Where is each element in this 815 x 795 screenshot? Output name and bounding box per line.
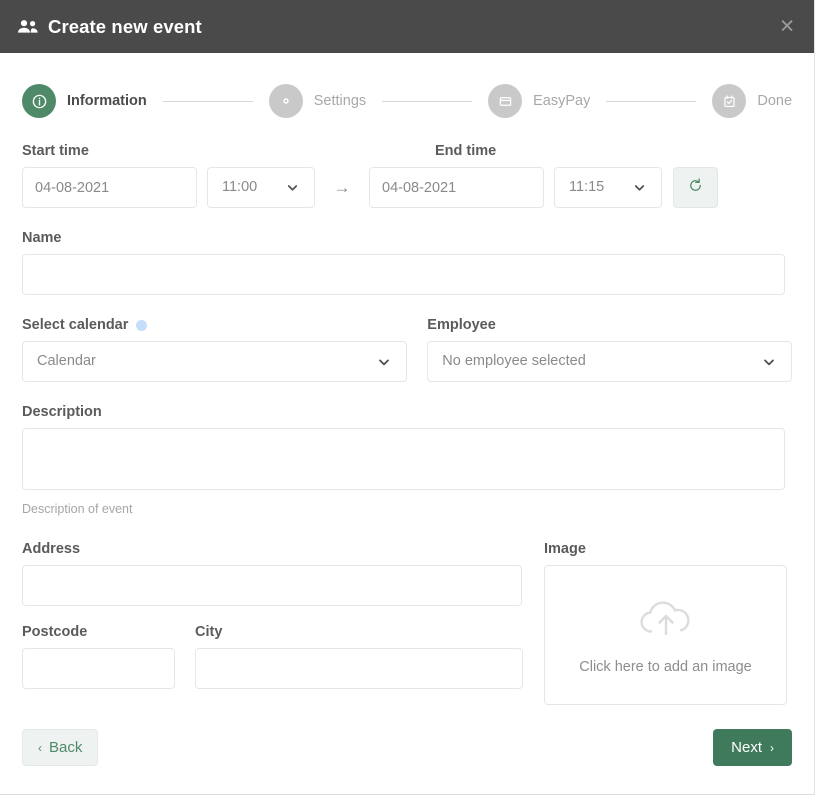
select-calendar-group: Select calendar Calendar xyxy=(22,317,408,382)
modal-body: Information Settings EasyPay Done Start … xyxy=(0,53,814,794)
select-calendar-value: Calendar xyxy=(37,353,96,369)
step-connector-1 xyxy=(162,100,253,102)
step-label-information: Information xyxy=(67,93,147,109)
page-title: Create new event xyxy=(48,15,202,37)
modal-footer: ‹ Back Next › xyxy=(22,729,792,766)
city-group: City xyxy=(195,624,523,689)
start-time-select[interactable]: 11:00 xyxy=(207,167,315,208)
end-date-input[interactable] xyxy=(369,167,544,208)
name-input[interactable] xyxy=(22,254,785,295)
employee-value: No employee selected xyxy=(442,353,586,369)
address-image-row: Address Postcode City Image Click here t… xyxy=(22,541,792,705)
select-calendar-label: Select calendar xyxy=(22,317,407,333)
chevron-down-icon xyxy=(376,354,392,370)
time-row: 11:00 → 11:15 xyxy=(22,167,792,208)
description-group: Description Description of event xyxy=(22,404,792,516)
employee-dropdown[interactable]: No employee selected xyxy=(427,341,792,382)
chevron-down-icon xyxy=(761,354,777,370)
employee-group: Employee No employee selected xyxy=(427,317,792,382)
image-upload-hint: Click here to add an image xyxy=(579,658,752,675)
name-field-group: Name xyxy=(22,230,792,295)
address-column: Address Postcode City xyxy=(22,541,523,705)
description-label: Description xyxy=(22,404,102,420)
postcode-label: Postcode xyxy=(22,624,88,640)
start-time-label: Start time xyxy=(22,143,89,159)
step-connector-2 xyxy=(382,100,473,102)
close-icon[interactable]: ✕ xyxy=(779,17,795,36)
address-label: Address xyxy=(22,541,81,557)
step-information[interactable]: Information xyxy=(22,84,147,118)
step-label-settings: Settings xyxy=(313,93,367,109)
city-input[interactable] xyxy=(195,648,523,689)
calendar-check-icon xyxy=(712,84,747,118)
image-upload-dropzone[interactable]: Click here to add an image xyxy=(544,565,787,705)
city-label: City xyxy=(195,624,223,640)
card-icon xyxy=(488,84,523,118)
start-date-input[interactable] xyxy=(22,167,197,208)
refresh-button[interactable] xyxy=(673,167,718,208)
select-calendar-label-text: Select calendar xyxy=(22,317,129,333)
modal-header: Create new event ✕ xyxy=(0,0,814,53)
chevron-down-icon xyxy=(632,180,647,195)
time-row-labels: Start time End time xyxy=(22,143,792,167)
refresh-icon xyxy=(687,177,704,199)
calendar-employee-row: Select calendar Calendar Employee No emp… xyxy=(22,317,792,382)
step-label-easypay: EasyPay xyxy=(533,93,591,109)
gear-icon xyxy=(268,84,303,118)
step-easypay[interactable]: EasyPay xyxy=(488,84,590,118)
calendar-color-dot xyxy=(136,319,148,331)
time-arrow-icon: → xyxy=(333,177,351,197)
end-time-select[interactable]: 11:15 xyxy=(554,167,662,208)
create-event-modal: Create new event ✕ Information Settings … xyxy=(0,0,815,795)
end-time-group: 11:15 xyxy=(369,167,662,208)
chevron-left-icon: ‹ xyxy=(38,740,42,755)
image-label: Image xyxy=(544,541,586,557)
people-icon xyxy=(17,16,39,38)
step-label-done: Done xyxy=(757,93,793,109)
next-button-label: Next xyxy=(731,739,762,756)
name-label: Name xyxy=(22,230,62,246)
select-calendar-dropdown[interactable]: Calendar xyxy=(22,341,408,382)
address-input[interactable] xyxy=(22,565,522,606)
employee-label: Employee xyxy=(427,317,496,333)
chevron-right-icon: › xyxy=(770,740,774,755)
info-circle-icon xyxy=(22,84,56,118)
postcode-group: Postcode xyxy=(22,624,175,689)
end-time-value: 11:15 xyxy=(569,179,605,195)
cloud-upload-icon xyxy=(635,596,697,645)
postcode-input[interactable] xyxy=(22,648,175,689)
stepper: Information Settings EasyPay Done xyxy=(22,53,792,125)
start-time-group: 11:00 xyxy=(22,167,315,208)
back-button[interactable]: ‹ Back xyxy=(22,729,99,766)
back-button-label: Back xyxy=(49,739,83,756)
end-time-label: End time xyxy=(435,143,497,159)
chevron-down-icon xyxy=(285,180,300,195)
step-done[interactable]: Done xyxy=(712,84,792,118)
next-button[interactable]: Next › xyxy=(713,729,792,766)
start-time-value: 11:00 xyxy=(222,179,258,195)
postcode-city-row: Postcode City xyxy=(22,624,523,689)
description-helper-text: Description of event xyxy=(22,502,133,516)
description-textarea[interactable] xyxy=(22,428,785,490)
step-connector-3 xyxy=(606,100,697,102)
image-column: Image Click here to add an image xyxy=(544,541,787,705)
step-settings[interactable]: Settings xyxy=(268,84,367,118)
